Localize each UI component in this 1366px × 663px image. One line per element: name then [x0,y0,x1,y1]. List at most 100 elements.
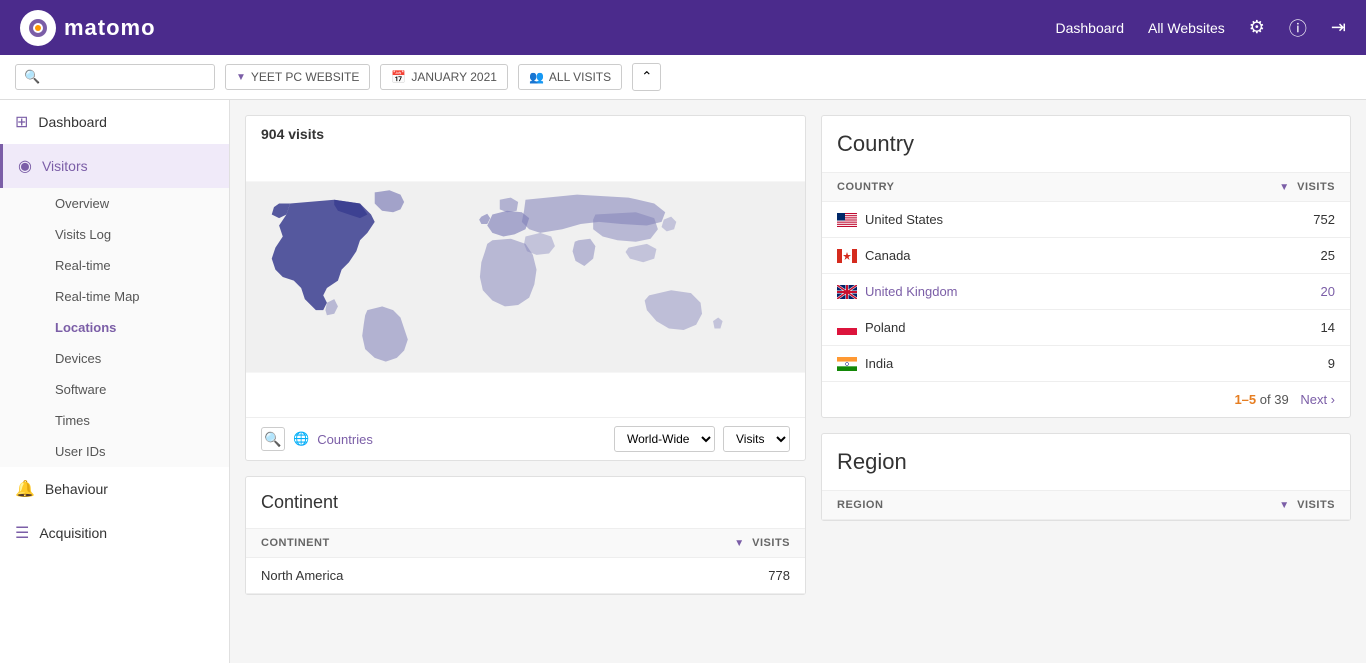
table-row: Poland 14 [822,310,1350,346]
country-name-uk: United Kingdom [822,274,1158,310]
continent-title: Continent [246,477,805,528]
grid-icon: ⊞ [15,112,28,132]
visitors-icon: ◉ [18,156,32,176]
website-label: YEET PC WEBSITE [251,70,359,84]
sidebar-behaviour-label: Behaviour [45,481,108,497]
country-visits-pl: 14 [1158,310,1350,346]
flag-icon-in [837,357,857,371]
zoom-in-button[interactable]: 🔍 [261,427,285,451]
date-selector[interactable]: 📅 JANUARY 2021 [380,64,508,90]
top-navigation: matomo Dashboard All Websites ⚙ ⓘ ⇥ [0,0,1366,55]
topnav-links: Dashboard All Websites ⚙ ⓘ ⇥ [1055,15,1346,41]
overview-label: Overview [55,196,109,211]
sidebar-section-main: ⊞ Dashboard ◉ Visitors Overview Visits L… [0,100,229,555]
caret-icon: ▼ [236,72,246,83]
region-visits-col-header: ▼ VISITS [1071,491,1350,520]
collapse-button[interactable]: ⌃ [632,63,661,91]
sidebar-visitors-submenu: Overview Visits Log Real-time Real-time … [0,188,229,467]
acquisition-icon: ☰ [15,523,29,543]
metric-select[interactable]: Visits [723,426,790,452]
sidebar-item-userids[interactable]: User IDs [40,436,229,467]
table-row: North America 778 [246,558,805,594]
content-right: Country COUNTRY ▼ VISITS [821,115,1351,648]
country-name-in: India [822,346,1158,382]
country-visits-uk: 20 [1158,274,1350,310]
userids-label: User IDs [55,444,106,459]
sidebar-item-behaviour[interactable]: 🔔 Behaviour [0,467,229,511]
logo-text: matomo [64,15,156,41]
sidebar-item-realtime-map[interactable]: Real-time Map [40,281,229,312]
country-visits-col-header: ▼ VISITS [1158,173,1350,202]
countries-link[interactable]: Countries [317,432,373,447]
sidebar-item-realtime[interactable]: Real-time [40,250,229,281]
pagination: 1–5 of 39 Next › [822,382,1350,417]
visits-icon: 👥 [529,70,544,84]
visits-col-header: ▼ VISITS [563,529,805,558]
sidebar-item-locations[interactable]: Locations [40,312,229,343]
continent-name: North America [246,558,563,594]
dashboard-link[interactable]: Dashboard [1055,20,1124,36]
all-websites-link[interactable]: All Websites [1148,20,1225,36]
country-visits-us: 752 [1158,202,1350,238]
country-visits-ca: 25 [1158,238,1350,274]
sidebar: ⊞ Dashboard ◉ Visitors Overview Visits L… [0,100,230,663]
settings-icon[interactable]: ⚙ [1249,17,1265,38]
country-table: COUNTRY ▼ VISITS [822,172,1350,382]
devices-label: Devices [55,351,101,366]
country-title: Country [822,116,1350,172]
flag-icon-uk [837,285,857,299]
visits-filter[interactable]: 👥 ALL VISITS [518,64,622,90]
help-icon[interactable]: ⓘ [1289,15,1307,41]
sidebar-item-software[interactable]: Software [40,374,229,405]
sidebar-item-devices[interactable]: Devices [40,343,229,374]
logo-icon [20,10,56,46]
table-row: Canada 25 [822,238,1350,274]
country-visits-in: 9 [1158,346,1350,382]
sidebar-acquisition-label: Acquisition [39,525,107,541]
country-name-us: United States [822,202,1158,238]
toolbar: 🔍 ▼ YEET PC WEBSITE 📅 JANUARY 2021 👥 ALL… [0,55,1366,100]
content-area: 904 visits [230,100,1366,663]
zoom-in-icon: 🔍 [264,431,281,448]
country-widget: Country COUNTRY ▼ VISITS [821,115,1351,418]
region-widget: Region REGION ▼ VISITS [821,433,1351,521]
continent-visits: 778 [563,558,805,594]
region-col-header: REGION [822,491,1071,520]
visits-log-label: Visits Log [55,227,111,242]
sidebar-dashboard-label: Dashboard [38,114,107,130]
sidebar-item-times[interactable]: Times [40,405,229,436]
flag-icon-us [837,213,857,227]
search-box[interactable]: 🔍 [15,64,215,90]
visits-label: ALL VISITS [549,70,611,84]
continent-widget: Continent CONTINENT ▼ VISITS [245,476,806,595]
logout-icon[interactable]: ⇥ [1331,17,1346,38]
continent-col-header: CONTINENT [246,529,563,558]
region-table-header: REGION ▼ VISITS [822,491,1350,520]
map-zoom-controls: 🔍 🌐 Countries [261,427,373,451]
sort-arrow-region: ▼ [1279,500,1289,511]
map-svg-container [246,147,805,417]
region-select[interactable]: World-Wide [614,426,715,452]
table-row: United States 752 [822,202,1350,238]
sidebar-item-acquisition[interactable]: ☰ Acquisition [0,511,229,555]
pagination-next[interactable]: Next › [1300,392,1335,407]
content-left: 904 visits [245,115,806,648]
map-title: 904 visits [246,116,805,147]
map-filter-controls: World-Wide Visits [614,426,790,452]
sidebar-item-visits-log[interactable]: Visits Log [40,219,229,250]
calendar-icon: 📅 [391,70,406,84]
country-name-ca: Canada [822,238,1158,274]
sidebar-item-visitors[interactable]: ◉ Visitors [0,144,229,188]
sidebar-item-dashboard[interactable]: ⊞ Dashboard [0,100,229,144]
search-input[interactable] [40,70,206,85]
continent-table: CONTINENT ▼ VISITS North America 778 [246,528,805,594]
times-label: Times [55,413,90,428]
pagination-current: 1–5 [1234,392,1259,407]
sort-arrow: ▼ [734,538,744,549]
sidebar-item-overview[interactable]: Overview [40,188,229,219]
software-label: Software [55,382,106,397]
region-title: Region [822,434,1350,490]
website-selector[interactable]: ▼ YEET PC WEBSITE [225,64,370,90]
continent-table-header: CONTINENT ▼ VISITS [246,529,805,558]
main-layout: ⊞ Dashboard ◉ Visitors Overview Visits L… [0,100,1366,663]
